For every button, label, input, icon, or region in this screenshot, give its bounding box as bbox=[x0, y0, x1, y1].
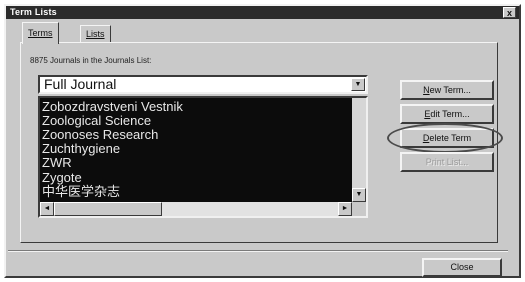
new-term-button[interactable]: New Term... bbox=[400, 80, 494, 100]
horizontal-scrollbar[interactable]: ◄ ► bbox=[40, 202, 352, 216]
close-button-label: Close bbox=[450, 262, 474, 272]
horizontal-scroll-thumb[interactable] bbox=[54, 202, 162, 216]
list-selector-dropdown[interactable]: Full Journal ▼ bbox=[38, 75, 368, 94]
print-list-label: Print List... bbox=[425, 157, 469, 167]
tab-lists[interactable]: Lists bbox=[80, 25, 111, 43]
close-button[interactable]: Close bbox=[422, 258, 502, 277]
dropdown-arrow-icon[interactable]: ▼ bbox=[351, 78, 365, 91]
tab-lists-label: Lists bbox=[86, 29, 105, 39]
window-title: Term Lists bbox=[10, 7, 57, 17]
list-item[interactable]: ZWR bbox=[42, 156, 72, 170]
tab-terms-label: Terms bbox=[28, 28, 53, 38]
tab-terms[interactable]: Terms bbox=[22, 22, 59, 44]
title-bar[interactable]: Term Lists x bbox=[6, 6, 519, 19]
list-item[interactable]: Zygote bbox=[42, 171, 82, 185]
scroll-down-icon[interactable]: ▼ bbox=[352, 188, 366, 202]
journal-list[interactable]: Zobozdravstveni Vestnik Zoological Scien… bbox=[38, 96, 368, 218]
vertical-scrollbar[interactable]: ▲ ▼ bbox=[352, 98, 366, 202]
list-item[interactable]: Zobozdravstveni Vestnik bbox=[42, 100, 183, 114]
print-list-button[interactable]: Print List... bbox=[400, 152, 494, 172]
scroll-left-icon[interactable]: ◄ bbox=[40, 202, 54, 216]
close-window-icon[interactable]: x bbox=[503, 7, 516, 18]
list-selector-value: Full Journal bbox=[44, 76, 117, 92]
list-item[interactable]: Zoological Science bbox=[42, 114, 151, 128]
list-item[interactable]: Zoonoses Research bbox=[42, 128, 158, 142]
list-item[interactable]: 中华医学杂志 bbox=[42, 185, 120, 199]
new-term-label: ew Term... bbox=[429, 85, 471, 95]
edit-term-button[interactable]: Edit Term... bbox=[400, 104, 494, 124]
edit-term-label: dit Term... bbox=[430, 109, 470, 119]
dialog-separator bbox=[8, 250, 508, 252]
list-item[interactable]: Zuchthygiene bbox=[42, 142, 120, 156]
highlight-circle bbox=[387, 123, 503, 153]
scroll-right-icon[interactable]: ► bbox=[338, 202, 352, 216]
journal-count-caption: 8875 Journals in the Journals List: bbox=[30, 56, 152, 65]
scrollbar-corner bbox=[352, 202, 366, 216]
